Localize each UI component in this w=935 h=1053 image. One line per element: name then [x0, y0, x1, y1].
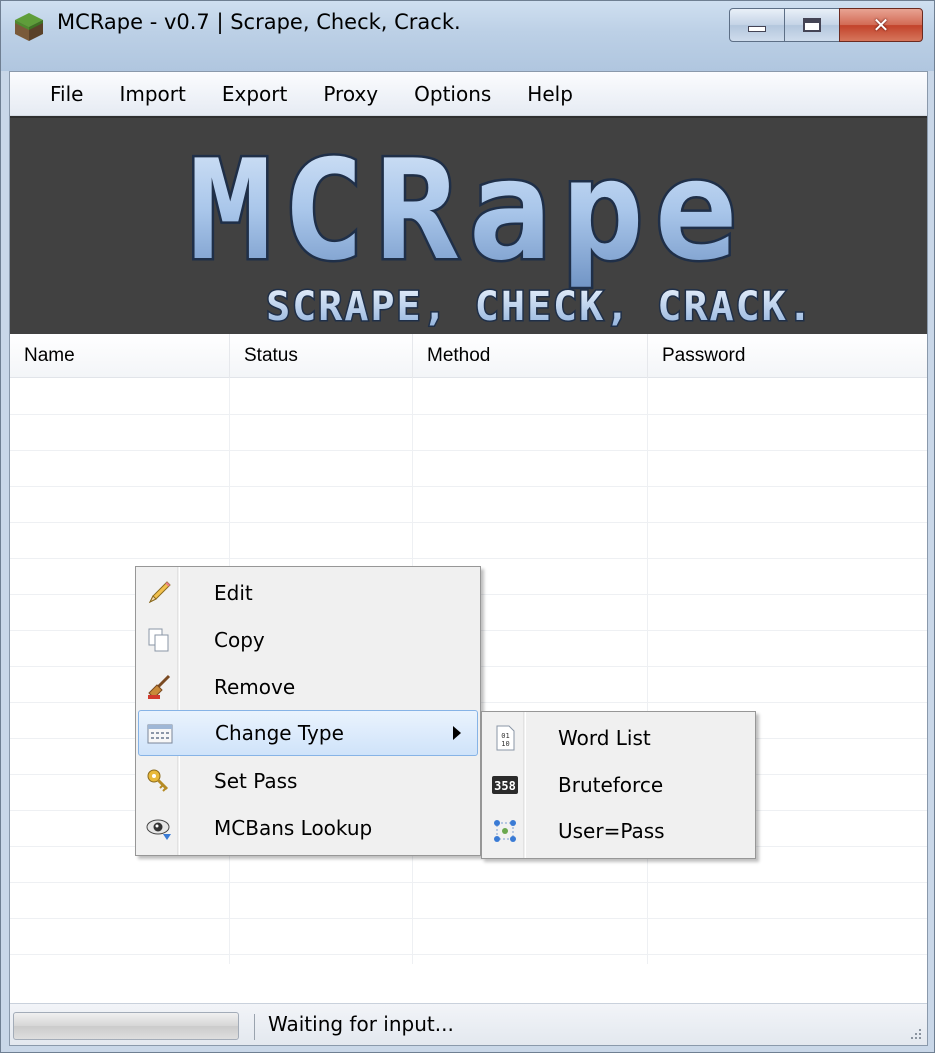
svg-text:01: 01 [501, 732, 509, 740]
column-divider [647, 378, 648, 964]
menu-item-mcbans-lookup[interactable]: MCBans Lookup [138, 805, 478, 851]
eye-icon [144, 813, 174, 843]
row-divider [10, 450, 927, 451]
counter-digits: 358 [494, 779, 516, 793]
menu-item-change-type[interactable]: Change Type [138, 710, 478, 756]
menu-import[interactable]: Import [101, 72, 203, 116]
banner: MCRape SCRAPE, CHECK, CRACK. [10, 116, 927, 334]
size-grip-icon[interactable] [905, 1023, 923, 1041]
menu-file[interactable]: File [24, 72, 101, 116]
menu-item-set-pass[interactable]: Set Pass [138, 758, 478, 804]
binary-file-icon: 01 10 [490, 723, 520, 753]
status-bar: Waiting for input... [10, 1003, 927, 1045]
application-window: MCRape - v0.7 | Scrape, Check, Crack. ✕ … [0, 0, 935, 1053]
status-text: Waiting for input... [268, 1012, 454, 1036]
menu-item-label: Change Type [215, 721, 344, 745]
logo-tagline: SCRAPE, CHECK, CRACK. [266, 284, 814, 330]
column-header-password[interactable]: Password [648, 334, 927, 378]
logo-text: MCRape [189, 130, 748, 291]
row-divider [10, 522, 927, 523]
menu-options[interactable]: Options [396, 72, 509, 116]
nodes-icon [490, 816, 520, 846]
copy-icon [144, 625, 174, 655]
maximize-button[interactable] [784, 8, 840, 42]
counter-icon: 358 [490, 770, 520, 800]
change-type-submenu: 01 10 Word List 358 Bruteforce User=Pass [481, 711, 756, 859]
row-divider [10, 414, 927, 415]
title-bar[interactable]: MCRape - v0.7 | Scrape, Check, Crack. ✕ [1, 1, 934, 71]
menu-item-label: User=Pass [558, 819, 665, 843]
menu-item-label: Word List [558, 726, 651, 750]
broom-icon [144, 672, 174, 702]
submenu-arrow-icon [453, 726, 461, 740]
svg-text:10: 10 [501, 740, 509, 748]
list-header: Name Status Method Password [10, 334, 927, 378]
menu-item-label: Copy [214, 628, 265, 652]
minimize-button[interactable] [729, 8, 785, 42]
column-header-method[interactable]: Method [413, 334, 648, 378]
menu-proxy[interactable]: Proxy [305, 72, 396, 116]
menu-help[interactable]: Help [509, 72, 591, 116]
client-area: File Import Export Proxy Options Help MC… [9, 71, 928, 1046]
column-header-status[interactable]: Status [230, 334, 413, 378]
menu-item-copy[interactable]: Copy [138, 617, 478, 663]
menu-item-label: Edit [214, 581, 253, 605]
close-button[interactable]: ✕ [839, 8, 923, 42]
context-menu: Edit Copy Remove Change Type Set Pass MC… [135, 566, 481, 856]
menu-item-remove[interactable]: Remove [138, 664, 478, 710]
menu-item-edit[interactable]: Edit [138, 570, 478, 616]
grass-block-icon [15, 13, 43, 41]
pencil-icon [144, 578, 174, 608]
row-divider [10, 918, 927, 919]
submenu-item-user-pass[interactable]: User=Pass [484, 808, 753, 854]
menu-item-label: Remove [214, 675, 296, 699]
menu-item-label: Bruteforce [558, 773, 664, 797]
menu-bar: File Import Export Proxy Options Help [10, 72, 927, 116]
row-divider [10, 558, 927, 559]
banner-graphic: MCRape SCRAPE, CHECK, CRACK. [186, 128, 814, 332]
window-title: MCRape - v0.7 | Scrape, Check, Crack. [57, 10, 461, 34]
menu-item-label: MCBans Lookup [214, 816, 373, 840]
minimize-icon [748, 26, 766, 32]
row-divider [10, 486, 927, 487]
maximize-icon [803, 18, 821, 32]
column-header-name[interactable]: Name [10, 334, 230, 378]
menu-export[interactable]: Export [204, 72, 305, 116]
close-icon: ✕ [872, 13, 890, 37]
row-divider [10, 954, 927, 955]
status-separator [254, 1014, 255, 1040]
progress-bar [13, 1012, 239, 1040]
row-divider [10, 882, 927, 883]
key-icon [144, 766, 174, 796]
submenu-item-word-list[interactable]: 01 10 Word List [484, 715, 753, 761]
submenu-item-bruteforce[interactable]: 358 Bruteforce [484, 762, 753, 808]
grid-icon [145, 719, 175, 749]
menu-item-label: Set Pass [214, 769, 298, 793]
